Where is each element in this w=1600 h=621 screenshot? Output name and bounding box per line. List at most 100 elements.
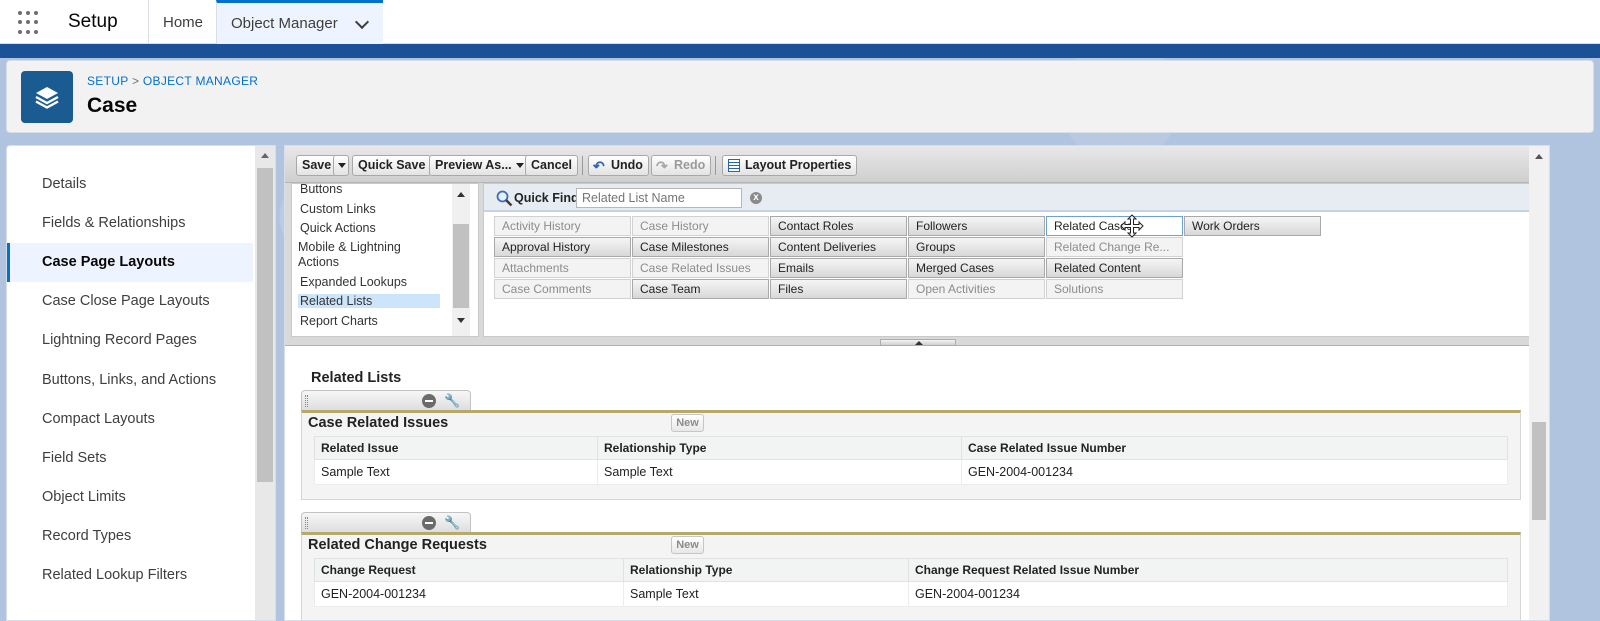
app-launcher-icon[interactable] <box>18 11 42 35</box>
related-list-handle[interactable]: 🔧 <box>301 390 471 410</box>
palette-item[interactable]: Emails <box>770 258 907 278</box>
save-dropdown-button[interactable] <box>333 155 349 176</box>
preview-as-button[interactable]: Preview As... <box>429 155 529 176</box>
quick-find-bar: Quick Find x <box>484 184 1542 212</box>
section-title: Related Lists <box>311 370 402 386</box>
column-header: Related Issue <box>314 436 598 460</box>
nav-item-buttons-links-actions[interactable]: Buttons, Links, and Actions <box>7 361 253 400</box>
nav-item-field-sets[interactable]: Field Sets <box>7 439 253 478</box>
layout-properties-button[interactable]: Layout Properties <box>722 155 858 176</box>
palette-item[interactable]: Case Related Issues <box>632 258 769 278</box>
search-icon <box>496 190 513 207</box>
palette-item[interactable]: Merged Cases <box>908 258 1045 278</box>
breadcrumb-setup[interactable]: SETUP <box>87 74 128 88</box>
table-cell: GEN-2004-001234 <box>961 459 1508 485</box>
palette-item[interactable]: Case Team <box>632 279 769 299</box>
nav-item-case-close-page-layouts[interactable]: Case Close Page Layouts <box>7 282 253 321</box>
redo-label: Redo <box>674 158 706 172</box>
breadcrumb-object-manager[interactable]: OBJECT MANAGER <box>143 74 258 88</box>
related-list-case-related-issues[interactable]: Case Related Issues New Related Issue Re… <box>301 410 1521 500</box>
main-scroll-thumb[interactable] <box>1532 422 1546 520</box>
scroll-up-arrow-icon[interactable] <box>261 153 269 158</box>
table-cell: GEN-2004-001234 <box>908 581 1508 607</box>
nav-item-object-limits[interactable]: Object Limits <box>7 478 253 517</box>
palette-item[interactable]: Case Milestones <box>632 237 769 257</box>
palette-item[interactable]: Case History <box>632 216 769 236</box>
layers-icon <box>21 71 73 123</box>
quick-find-input[interactable] <box>576 188 742 208</box>
related-list-related-change-requests[interactable]: Related Change Requests New Change Reque… <box>301 532 1521 620</box>
palette-item[interactable]: Followers <box>908 216 1045 236</box>
drag-handle-icon[interactable] <box>305 395 308 407</box>
palette-item[interactable]: Related Change Re... <box>1046 237 1183 257</box>
nav-item-compact-layouts[interactable]: Compact Layouts <box>7 400 253 439</box>
leftnav-scroll-thumb[interactable] <box>257 168 273 482</box>
palette-item[interactable]: Approval History <box>494 237 631 257</box>
table-cell: Sample Text <box>314 459 598 485</box>
breadcrumb: SETUP > OBJECT MANAGER <box>87 74 258 88</box>
undo-button[interactable]: ↶ Undo <box>588 155 649 176</box>
nav-item-fields-relationships[interactable]: Fields & Relationships <box>7 204 253 243</box>
palette-items: Quick Find x Activity History Approval H… <box>483 183 1543 337</box>
nav-item-details[interactable]: Details <box>7 165 253 204</box>
layout-properties-label: Layout Properties <box>745 158 852 172</box>
tab-object-manager[interactable]: Object Manager <box>216 0 383 44</box>
category-mobile-lightning[interactable]: Mobile & Lightning <box>298 240 401 254</box>
nav-item-case-page-layouts[interactable]: Case Page Layouts <box>7 243 253 282</box>
quick-save-button[interactable]: Quick Save <box>352 155 432 176</box>
palette-item[interactable]: Open Activities <box>908 279 1045 299</box>
category-mobile-lightning-actions[interactable]: Actions <box>298 255 339 269</box>
category-related-lists[interactable]: Related Lists <box>298 294 440 308</box>
palette-item[interactable]: Solutions <box>1046 279 1183 299</box>
nav-item-related-lookup-filters[interactable]: Related Lookup Filters <box>7 556 253 595</box>
wrench-icon[interactable]: 🔧 <box>444 393 460 409</box>
new-button: New <box>671 414 704 432</box>
category-report-charts[interactable]: Report Charts <box>300 314 378 328</box>
category-buttons[interactable]: Buttons <box>300 184 342 196</box>
left-navigation: Details Fields & Relationships Case Page… <box>6 145 276 621</box>
remove-icon[interactable] <box>422 516 436 530</box>
nav-item-record-types[interactable]: Record Types <box>7 517 253 556</box>
palette-item[interactable]: Activity History <box>494 216 631 236</box>
palette-item[interactable]: Related Cases <box>1046 216 1183 236</box>
table-cell: GEN-2004-001234 <box>314 581 624 607</box>
palette-item[interactable]: Work Orders <box>1184 216 1321 236</box>
palette-item[interactable]: Content Deliveries <box>770 237 907 257</box>
related-list-handle[interactable]: 🔧 <box>301 512 471 532</box>
column-header: Case Related Issue Number <box>961 436 1508 460</box>
palette-item[interactable]: Attachments <box>494 258 631 278</box>
palette-item[interactable]: Files <box>770 279 907 299</box>
category-quick-actions[interactable]: Quick Actions <box>300 221 376 235</box>
palette-item[interactable]: Case Comments <box>494 279 631 299</box>
category-scroll-thumb[interactable] <box>453 224 469 308</box>
drag-handle-icon[interactable] <box>305 517 308 529</box>
category-custom-links[interactable]: Custom Links <box>300 202 376 216</box>
save-button[interactable]: Save <box>296 155 338 176</box>
column-header: Relationship Type <box>623 558 909 582</box>
tab-home[interactable]: Home <box>148 0 216 44</box>
category-expanded-lookups[interactable]: Expanded Lookups <box>300 275 407 289</box>
scroll-up-arrow-icon[interactable] <box>1535 154 1543 159</box>
column-header: Change Request <box>314 558 624 582</box>
redo-button[interactable]: ↷ Redo <box>651 155 712 176</box>
scroll-down-arrow-icon[interactable] <box>457 318 465 323</box>
tab-object-manager-label: Object Manager <box>231 15 338 32</box>
leftnav-scrollbar[interactable] <box>255 146 275 620</box>
palette-item[interactable]: Groups <box>908 237 1045 257</box>
table-cell: Sample Text <box>597 459 962 485</box>
main-scrollbar[interactable] <box>1529 146 1549 620</box>
palette-item[interactable]: Related Content <box>1046 258 1183 278</box>
related-list-title: Related Change Requests <box>308 537 487 553</box>
palette-item[interactable]: Contact Roles <box>770 216 907 236</box>
clear-icon[interactable]: x <box>750 192 762 204</box>
chevron-down-icon[interactable] <box>354 14 370 30</box>
scroll-up-arrow-icon[interactable] <box>457 192 465 197</box>
wrench-icon[interactable]: 🔧 <box>444 515 460 531</box>
nav-item-lightning-record-pages[interactable]: Lightning Record Pages <box>7 321 253 360</box>
remove-icon[interactable] <box>422 394 436 408</box>
caret-down-icon <box>515 163 524 168</box>
category-scrollbar[interactable] <box>452 184 470 336</box>
redo-icon: ↷ <box>656 158 668 174</box>
palette-splitter[interactable] <box>880 339 956 346</box>
cancel-button[interactable]: Cancel <box>525 155 578 176</box>
